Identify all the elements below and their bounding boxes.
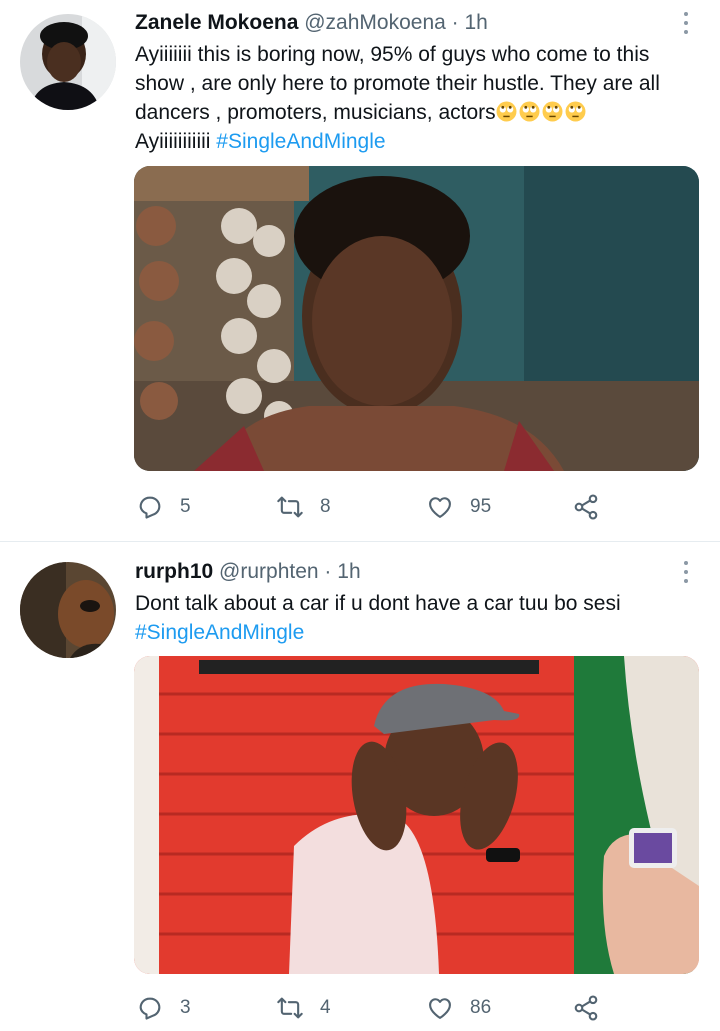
tweet-text-line: Ayiiiiiiiiiii #SingleAndMingle [135, 127, 705, 156]
share-button[interactable] [572, 991, 600, 1025]
tweet-header: rurph10 @rurphten · 1h [135, 557, 361, 587]
retweet-count: 4 [320, 997, 331, 1018]
share-icon [574, 995, 598, 1021]
share-button[interactable] [572, 490, 600, 524]
more-options-icon[interactable] [682, 561, 690, 585]
tweet-image[interactable] [134, 166, 699, 471]
hashtag-link[interactable]: #SingleAndMingle [135, 621, 304, 644]
reply-count: 3 [180, 997, 191, 1018]
tweet-text: Ayiiiiiii this is boring now, 95% of guy… [135, 40, 705, 156]
tweet-text-line: Dont talk about a car if u dont have a c… [135, 592, 621, 615]
tweet-image[interactable] [134, 656, 699, 974]
tweet-actions: 5 8 95 [136, 490, 606, 524]
reply-button[interactable]: 5 [136, 490, 191, 524]
display-name[interactable]: rurph10 [135, 560, 213, 583]
reply-icon [139, 496, 161, 519]
reply-icon [139, 997, 161, 1020]
heart-icon [429, 998, 451, 1019]
eye-roll-emoji-icon [542, 101, 563, 122]
avatar[interactable] [20, 14, 116, 110]
separator: · [324, 560, 332, 583]
tweet-text-line: show , are only here to promote their hu… [135, 72, 660, 95]
retweet-button[interactable]: 8 [276, 490, 331, 524]
user-handle[interactable]: @zahMokoena [304, 11, 446, 34]
eye-roll-emoji-icon [519, 101, 540, 122]
tweet-text-line: dancers , promoters, musicians, actors [135, 98, 705, 127]
timestamp[interactable]: 1h [465, 11, 488, 34]
retweet-icon [277, 496, 303, 518]
emoji-group [496, 101, 588, 122]
eye-roll-emoji-icon [496, 101, 517, 122]
separator: · [451, 11, 459, 34]
tweet-text: Dont talk about a car if u dont have a c… [135, 589, 705, 647]
like-button[interactable]: 95 [426, 490, 491, 524]
more-options-icon[interactable] [682, 12, 690, 36]
like-count: 95 [470, 496, 492, 517]
tweet-text-segment: Ayiiiiiiiiiii [135, 130, 217, 153]
reply-button[interactable]: 3 [136, 991, 191, 1025]
tweet-text-segment: dancers , promoters, musicians, actors [135, 101, 496, 124]
heart-icon [429, 497, 451, 518]
display-name[interactable]: Zanele Mokoena [135, 11, 298, 34]
tweet-text-line: #SingleAndMingle [135, 618, 705, 647]
timestamp[interactable]: 1h [337, 560, 360, 583]
eye-roll-emoji-icon [565, 101, 586, 122]
retweet-button[interactable]: 4 [276, 991, 331, 1025]
share-icon [574, 494, 598, 520]
hashtag-link[interactable]: #SingleAndMingle [216, 130, 385, 153]
retweet-count: 8 [320, 496, 331, 517]
like-button[interactable]: 86 [426, 991, 491, 1025]
tweet-header: Zanele Mokoena @zahMokoena · 1h [135, 8, 488, 38]
tweet[interactable]: Zanele Mokoena @zahMokoena · 1h Ayiiiiii… [0, 0, 720, 542]
reply-count: 5 [180, 496, 191, 517]
tweet-text-line: Ayiiiiiii this is boring now, 95% of guy… [135, 43, 650, 66]
tweet-actions: 3 4 86 [136, 991, 606, 1025]
user-handle[interactable]: @rurphten [219, 560, 319, 583]
like-count: 86 [470, 997, 492, 1018]
retweet-icon [277, 997, 303, 1019]
avatar[interactable] [20, 562, 116, 658]
tweet[interactable]: rurph10 @rurphten · 1h Dont talk about a… [0, 542, 720, 1031]
